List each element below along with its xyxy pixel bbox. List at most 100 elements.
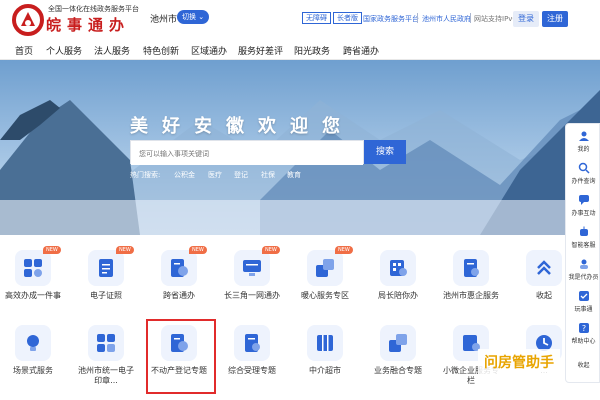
- highlight-frame: [146, 319, 216, 394]
- user-icon: [578, 131, 589, 141]
- nav-innovation[interactable]: 特色创新: [143, 44, 179, 57]
- service-label: 池州市统一电子印章...: [78, 366, 134, 385]
- sidebar-label: 帮助中心: [571, 338, 596, 345]
- new-badge: NEW: [43, 246, 61, 254]
- hot-search-item[interactable]: 社保: [261, 170, 275, 180]
- sidebar-label: 玩事通: [574, 306, 593, 313]
- app-icon: [578, 291, 589, 301]
- new-badge: NEW: [116, 246, 134, 254]
- service-item[interactable]: NEW 长三角一网通办: [222, 246, 282, 301]
- service-label: 跨省通办: [163, 291, 195, 300]
- nav-personal[interactable]: 个人服务: [46, 44, 82, 57]
- service-item[interactable]: NEW 暖心服务专区: [295, 246, 355, 301]
- check-file-icon: [234, 325, 270, 361]
- divider: [417, 13, 418, 23]
- sidebar-item-assistant[interactable]: 智能客服: [566, 226, 600, 249]
- service-item[interactable]: NEW 高效办成一件事: [3, 246, 63, 301]
- service-label: 场景式服务: [13, 366, 53, 375]
- nav-sunshine[interactable]: 阳光政务: [294, 44, 330, 57]
- robot-icon: [579, 226, 588, 236]
- logo-icon: [12, 4, 44, 36]
- switch-label: 切换: [182, 13, 196, 21]
- switch-city-button[interactable]: 切换 ⌄: [177, 10, 210, 24]
- nav-regional[interactable]: 区域通办: [191, 44, 227, 57]
- service-label: 业务融合专题: [374, 366, 422, 375]
- sidebar-label: 我的: [577, 146, 590, 153]
- chevron-down-icon: ⌄: [198, 13, 205, 21]
- nav-cross-province[interactable]: 跨省通办: [343, 44, 379, 57]
- brand-title: 皖事通办: [46, 16, 131, 34]
- sidebar-item-agent[interactable]: 我是代办员: [566, 258, 600, 281]
- new-badge: NEW: [189, 246, 207, 254]
- welcome-text: 美好安徽欢迎您: [130, 116, 354, 137]
- sidebar-label: 我是代办员: [568, 274, 599, 281]
- ipv6-text: 网站支持IPv6: [474, 15, 517, 23]
- hot-search-item[interactable]: 登记: [234, 170, 248, 180]
- building-icon: [380, 250, 416, 286]
- service-label: 局长陪你办: [378, 291, 418, 300]
- service-item[interactable]: 中介超市: [295, 325, 355, 376]
- sidebar-item-mine[interactable]: 我的: [566, 130, 600, 153]
- service-label: 中介超市: [309, 366, 341, 375]
- agent-icon: [579, 259, 588, 269]
- elder-version-link[interactable]: 长者版: [333, 12, 362, 24]
- service-item[interactable]: 池州市惠企服务: [441, 250, 501, 301]
- document-icon: NEW: [88, 246, 134, 286]
- enterprise-file-icon: [453, 250, 489, 286]
- sidebar-label: 办件查询: [571, 178, 596, 185]
- service-item[interactable]: 场景式服务: [3, 325, 63, 376]
- service-item[interactable]: 业务融合专题: [368, 325, 428, 376]
- service-label: 综合受理专题: [228, 366, 276, 375]
- nav-rating[interactable]: 服务好差评: [238, 44, 283, 57]
- hot-search-item[interactable]: 医疗: [208, 170, 222, 180]
- search-button[interactable]: 搜索: [364, 140, 406, 164]
- grid-apps-icon: [88, 325, 124, 361]
- hot-search-label: 热门搜索:: [130, 171, 161, 179]
- sidebar-item-query[interactable]: 办件查询: [566, 162, 600, 185]
- search-box: [130, 140, 364, 165]
- service-label: 高效办成一件事: [5, 291, 61, 300]
- nav-home[interactable]: 首页: [15, 44, 33, 57]
- search-input[interactable]: [131, 143, 363, 165]
- platform-slogan: 全国一体化在线政务服务平台: [48, 5, 139, 13]
- barrier-free-link[interactable]: 无障碍: [302, 12, 331, 24]
- login-button[interactable]: 登录: [513, 11, 539, 27]
- hot-search-item[interactable]: 教育: [287, 170, 301, 180]
- sidebar-label: 办事互动: [571, 210, 596, 217]
- current-city: 池州市: [150, 15, 178, 25]
- file-user-icon: NEW: [161, 246, 207, 286]
- service-label: 暖心服务专区: [301, 291, 349, 300]
- nav-corporate[interactable]: 法人服务: [94, 44, 130, 57]
- sidebar-label: 收起: [577, 362, 590, 369]
- watermark: 问房管助手: [478, 349, 560, 377]
- blocks-icon: NEW: [307, 246, 353, 286]
- site-header: 全国一体化在线政务服务平台 皖事通办 池州市 切换 ⌄ 无障碍 长者版 国家政务…: [0, 0, 600, 40]
- service-item[interactable]: 局长陪你办: [368, 250, 428, 301]
- svg-text:?: ?: [581, 324, 585, 333]
- monitor-icon: NEW: [234, 246, 280, 286]
- service-label: 电子证照: [90, 291, 122, 300]
- sidebar-item-help[interactable]: ? 帮助中心: [566, 322, 600, 345]
- service-label: 池州市惠企服务: [443, 291, 499, 300]
- search-icon: [578, 162, 590, 174]
- new-badge: NEW: [335, 246, 353, 254]
- sidebar-item-collapse[interactable]: 收起: [566, 358, 600, 369]
- help-icon: ?: [578, 323, 589, 333]
- new-badge: NEW: [262, 246, 280, 254]
- floating-sidebar: 我的 办件查询 办事互动 智能客服 我是代办员 玩事通 ? 帮助中心 收起: [565, 123, 600, 383]
- hot-search-item[interactable]: 公积金: [174, 170, 195, 180]
- hero-banner: 美好安徽欢迎您 搜索 热门搜索: 公积金 医疗 登记 社保 教育: [0, 60, 600, 235]
- service-item[interactable]: 池州市统一电子印章...: [76, 325, 136, 386]
- divider: [470, 13, 471, 23]
- register-button[interactable]: 注册: [542, 11, 568, 27]
- national-platform-link[interactable]: 国家政务服务平台: [363, 14, 419, 24]
- service-item[interactable]: NEW 电子证照: [76, 246, 136, 301]
- shelves-icon: [307, 325, 343, 361]
- lightbulb-icon: [15, 325, 51, 361]
- service-item[interactable]: 综合受理专题: [222, 325, 282, 376]
- sidebar-item-app[interactable]: 玩事通: [566, 290, 600, 313]
- grid-apps-icon: NEW: [15, 246, 61, 286]
- gov-link[interactable]: 池州市人民政府: [422, 14, 471, 24]
- service-item[interactable]: NEW 跨省通办: [149, 246, 209, 301]
- sidebar-item-interact[interactable]: 办事互动: [566, 194, 600, 217]
